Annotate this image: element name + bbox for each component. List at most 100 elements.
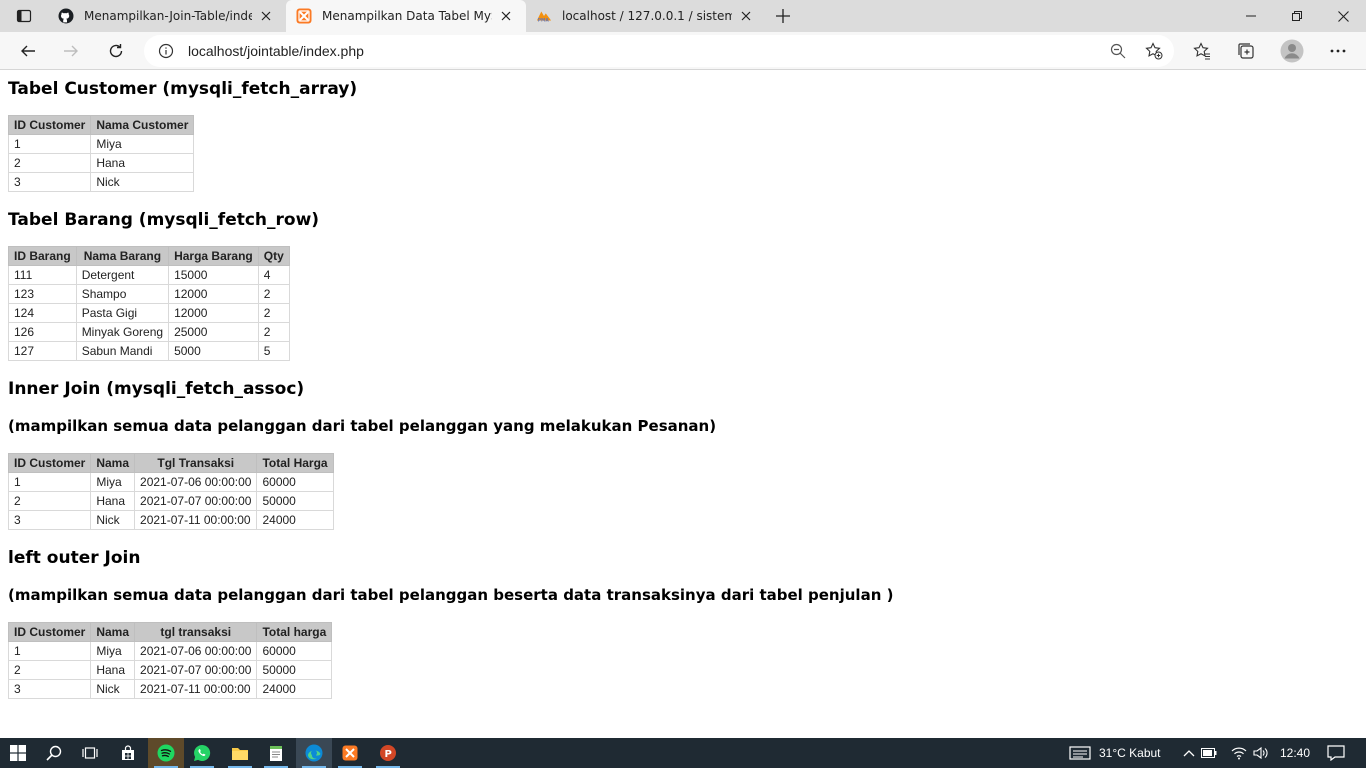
weather-text[interactable]: 31°C Kabut bbox=[1099, 738, 1161, 768]
clock-time[interactable]: 12:40 bbox=[1280, 738, 1310, 768]
close-icon bbox=[1337, 10, 1349, 22]
tab-phpmyadmin[interactable]: PMA localhost / 127.0.0.1 / sistem per bbox=[526, 0, 766, 32]
address-bar[interactable]: localhost/jointable/index.php bbox=[144, 35, 1174, 67]
table-cell: 2 bbox=[7, 153, 92, 173]
table-cell: Hana bbox=[90, 660, 136, 680]
table-cell: 126 bbox=[8, 322, 77, 342]
restore-button[interactable] bbox=[1274, 0, 1320, 32]
column-header: ID Customer bbox=[7, 115, 92, 135]
table-header-row: ID Customer Nama Customer bbox=[7, 115, 195, 135]
xampp-taskbar-button[interactable] bbox=[332, 738, 368, 768]
xampp-icon bbox=[296, 8, 312, 24]
task-view-button[interactable] bbox=[72, 738, 108, 768]
table-cell: Miya bbox=[90, 641, 136, 661]
notifications-button[interactable] bbox=[1318, 738, 1354, 768]
table-cell: 2021-07-06 00:00:00 bbox=[134, 472, 258, 492]
edge-icon bbox=[305, 744, 323, 762]
back-arrow-icon bbox=[21, 45, 35, 57]
store-icon bbox=[122, 745, 134, 760]
table-row: 126 Minyak Goreng 25000 2 bbox=[8, 322, 290, 342]
table-cell: 1 bbox=[7, 641, 92, 661]
table-cell: 2 bbox=[257, 284, 290, 304]
table-cell: Nick bbox=[90, 679, 136, 699]
navigation-bar: localhost/jointable/index.php bbox=[0, 32, 1366, 70]
table-cell: Nick bbox=[90, 172, 195, 192]
table-cell: Minyak Goreng bbox=[75, 322, 170, 342]
table-cell: Miya bbox=[90, 134, 195, 154]
close-tab-icon[interactable] bbox=[736, 6, 756, 26]
tab-strip: Menampilkan-Join-Table/index.p Menampilk… bbox=[0, 0, 1366, 32]
section-title: Inner Join (mysqli_fetch_assoc) bbox=[8, 379, 305, 399]
table-cell: 60000 bbox=[256, 641, 333, 661]
table-header-row: ID Customer Nama Tgl Transaksi Total Har… bbox=[7, 453, 334, 473]
close-tab-icon[interactable] bbox=[256, 6, 276, 26]
table-cell: Pasta Gigi bbox=[75, 303, 170, 323]
column-header: Nama bbox=[90, 622, 136, 642]
add-favorite-icon[interactable] bbox=[1138, 35, 1170, 67]
tab-menampilkan-data[interactable]: Menampilkan Data Tabel MySQL bbox=[286, 0, 526, 32]
file-explorer-button[interactable] bbox=[222, 738, 258, 768]
search-button[interactable] bbox=[36, 738, 72, 768]
customer-table: ID Customer Nama Customer 1 Miya 2 Hana … bbox=[7, 115, 195, 192]
table-cell: 111 bbox=[8, 265, 77, 285]
close-tab-icon[interactable] bbox=[496, 6, 516, 26]
volume-icon[interactable] bbox=[1248, 738, 1274, 768]
store-button[interactable] bbox=[110, 738, 146, 768]
table-row: 124 Pasta Gigi 12000 2 bbox=[8, 303, 290, 323]
table-cell: Shampo bbox=[75, 284, 170, 304]
column-header: Harga Barang bbox=[168, 246, 259, 266]
table-row: 127 Sabun Mandi 5000 5 bbox=[8, 341, 290, 361]
notepad-button[interactable] bbox=[258, 738, 294, 768]
column-header: Nama Barang bbox=[75, 246, 170, 266]
table-cell: Miya bbox=[90, 472, 136, 492]
chevron-up-icon bbox=[1183, 750, 1195, 757]
back-button[interactable] bbox=[12, 35, 44, 67]
tab-title: Menampilkan-Join-Table/index.p bbox=[84, 9, 252, 23]
weather-icon[interactable] bbox=[1062, 738, 1098, 768]
table-cell: Hana bbox=[90, 153, 195, 173]
notification-icon bbox=[1327, 745, 1345, 761]
table-cell: Detergent bbox=[75, 265, 170, 285]
zoom-out-icon[interactable] bbox=[1102, 35, 1134, 67]
svg-text:P: P bbox=[385, 749, 392, 760]
powerpoint-icon: P bbox=[380, 745, 396, 761]
forward-button[interactable] bbox=[55, 35, 87, 67]
column-header: ID Customer bbox=[7, 622, 92, 642]
tab-actions-button[interactable] bbox=[0, 0, 48, 32]
column-header: Tgl Transaksi bbox=[134, 453, 258, 473]
section-title: Tabel Customer (mysqli_fetch_array) bbox=[8, 79, 358, 99]
close-window-button[interactable] bbox=[1320, 0, 1366, 32]
search-icon bbox=[46, 745, 62, 761]
table-cell: 124 bbox=[8, 303, 77, 323]
site-info-icon[interactable] bbox=[144, 35, 188, 67]
table-row: 2 Hana 2021-07-07 00:00:00 50000 bbox=[7, 491, 334, 511]
collections-icon bbox=[1238, 43, 1254, 59]
powerpoint-button[interactable]: P bbox=[370, 738, 406, 768]
new-tab-button[interactable] bbox=[770, 4, 796, 28]
table-cell: 1 bbox=[7, 134, 92, 154]
table-cell: 5000 bbox=[168, 341, 259, 361]
minimize-button[interactable] bbox=[1228, 0, 1274, 32]
column-header: ID Barang bbox=[8, 246, 77, 266]
table-row: 123 Shampo 12000 2 bbox=[8, 284, 290, 304]
whatsapp-button[interactable] bbox=[184, 738, 220, 768]
battery-icon[interactable] bbox=[1196, 738, 1222, 768]
favorites-button[interactable] bbox=[1186, 35, 1218, 67]
collections-button[interactable] bbox=[1230, 35, 1262, 67]
table-cell: 50000 bbox=[256, 491, 334, 511]
start-button[interactable] bbox=[0, 738, 36, 768]
whatsapp-icon bbox=[194, 744, 211, 761]
table-cell: 1 bbox=[7, 472, 92, 492]
spotify-button[interactable] bbox=[148, 738, 184, 768]
edge-button[interactable] bbox=[296, 738, 332, 768]
tab-github[interactable]: Menampilkan-Join-Table/index.p bbox=[48, 0, 286, 32]
profile-button[interactable] bbox=[1276, 35, 1308, 67]
table-cell: 2021-07-11 00:00:00 bbox=[134, 679, 258, 699]
url-text: localhost/jointable/index.php bbox=[188, 43, 364, 59]
refresh-button[interactable] bbox=[100, 35, 132, 67]
table-row: 2 Hana 2021-07-07 00:00:00 50000 bbox=[7, 660, 333, 680]
table-cell: 24000 bbox=[256, 510, 334, 530]
table-cell: 127 bbox=[8, 341, 77, 361]
settings-more-button[interactable] bbox=[1322, 35, 1354, 67]
table-header-row: ID Barang Nama Barang Harga Barang Qty bbox=[8, 246, 290, 266]
